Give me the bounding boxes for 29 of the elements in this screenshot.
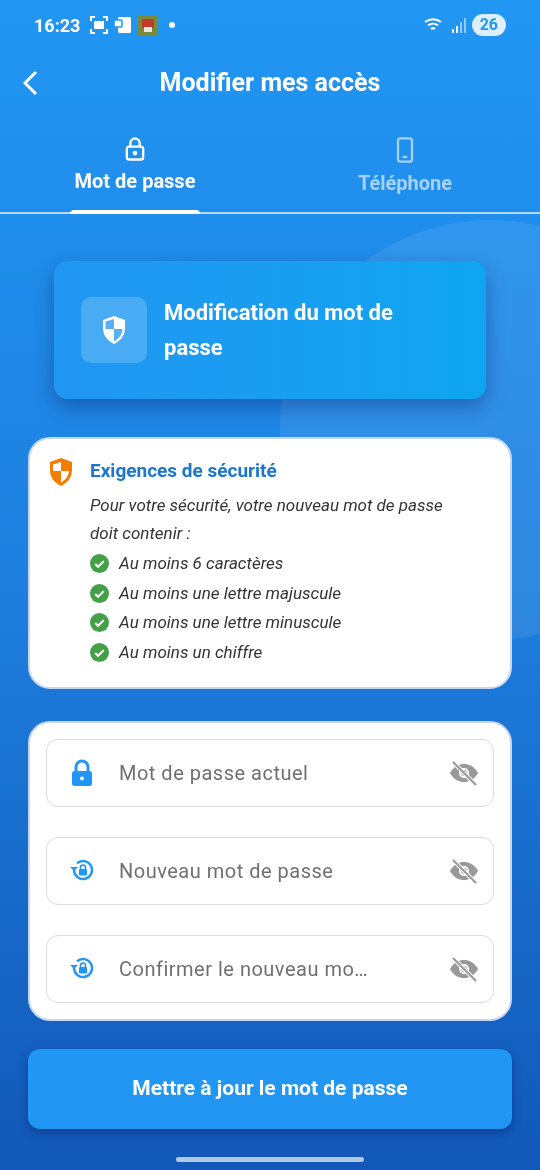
back-icon	[20, 69, 40, 97]
requirement-text: Au moins une lettre majuscule	[119, 581, 342, 605]
app-icon	[138, 15, 159, 35]
cast-icon	[113, 16, 134, 34]
battery-level: 26	[471, 14, 506, 36]
requirements-title: Exigences de sécurité	[90, 458, 278, 484]
password-field[interactable]: Confirmer le nouveau mo…	[46, 935, 494, 1003]
lock-reset-icon	[68, 955, 96, 981]
requirement-text: Au moins une lettre minuscule	[119, 611, 342, 634]
page-title: Modifier mes accès	[158, 67, 382, 100]
eye-off-icon[interactable]	[448, 857, 480, 885]
lock-icon	[70, 759, 94, 787]
requirement-text: Au moins 6 caractères	[119, 552, 284, 575]
password-field[interactable]: Nouveau mot de passe	[46, 837, 494, 905]
update-password-button[interactable]: Mettre à jour le mot de passe	[28, 1049, 512, 1129]
tab[interactable]: Mot de passe	[0, 134, 270, 212]
requirements-intro: Pour votre sécurité, votre nouveau mot de passe doit contenir :	[90, 494, 444, 545]
shield-icon	[101, 315, 127, 345]
shield-icon	[48, 457, 74, 487]
screenshot-icon	[90, 16, 109, 34]
eye-off-icon[interactable]	[448, 759, 480, 787]
status-time: 16:23	[34, 13, 81, 38]
hero-title: Modification du mot de passe	[164, 299, 394, 362]
lock-reset-icon	[68, 857, 96, 883]
requirement-text: Au moins un chiffre	[119, 640, 263, 664]
eye-off-icon[interactable]	[448, 955, 480, 983]
signal-icon	[451, 17, 466, 33]
tab[interactable]: Téléphone	[270, 134, 540, 212]
password-field[interactable]: Mot de passe actuel	[46, 739, 494, 807]
